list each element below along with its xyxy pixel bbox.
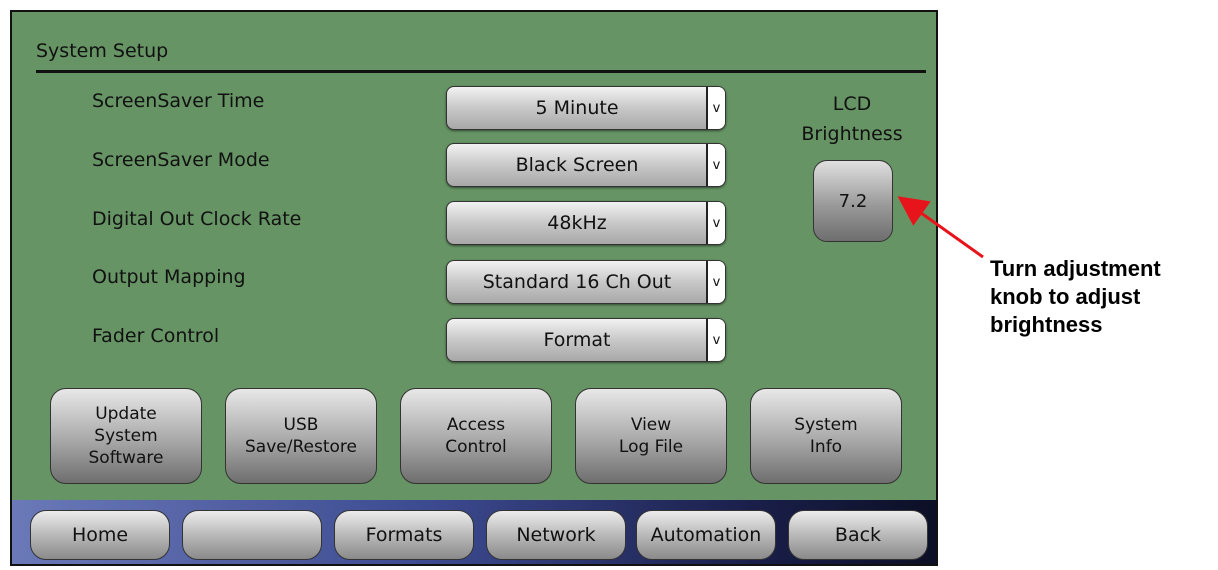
brightness-callout-text: Turn adjustment knob to adjust brightnes…	[990, 256, 1161, 337]
